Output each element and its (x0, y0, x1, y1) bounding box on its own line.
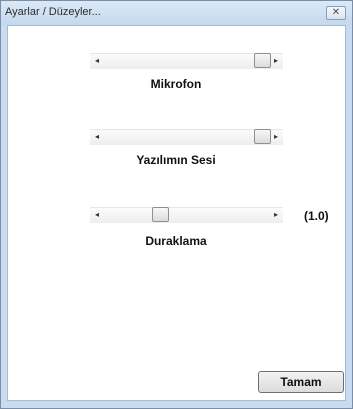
slider-yazilimin-sesi[interactable]: ◂ ▸ (90, 129, 283, 145)
slider-label-yazilimin-sesi: Yazılımın Sesi (136, 153, 216, 167)
slider-label-mikrofon: Mikrofon (150, 77, 202, 91)
window-title: Ayarlar / Düzeyler... (5, 6, 101, 18)
close-button[interactable]: ✕ (326, 6, 346, 20)
slider-thumb[interactable] (152, 207, 169, 222)
dialog-content: ◂ ▸ Mikrofon ◂ ▸ Yazılımın Sesi ◂ ▸ (1.0… (7, 25, 346, 401)
ok-button[interactable]: Tamam (258, 371, 344, 393)
slider-track[interactable] (90, 207, 283, 223)
arrow-left-icon[interactable]: ◂ (90, 53, 104, 69)
slider-label-duraklama: Duraklama (145, 234, 207, 248)
arrow-right-icon[interactable]: ▸ (269, 207, 283, 223)
settings-levels-window: Ayarlar / Düzeyler... ✕ ◂ ▸ Mikrofon ◂ ▸… (0, 0, 353, 409)
title-bar[interactable]: Ayarlar / Düzeyler... ✕ (1, 1, 352, 25)
slider-mikrofon[interactable]: ◂ ▸ (90, 53, 283, 69)
duraklama-value: (1.0) (304, 209, 329, 223)
slider-duraklama[interactable]: ◂ ▸ (90, 207, 283, 223)
close-icon: ✕ (331, 7, 341, 18)
arrow-right-icon[interactable]: ▸ (269, 129, 283, 145)
arrow-right-icon[interactable]: ▸ (269, 53, 283, 69)
arrow-left-icon[interactable]: ◂ (90, 207, 104, 223)
arrow-left-icon[interactable]: ◂ (90, 129, 104, 145)
